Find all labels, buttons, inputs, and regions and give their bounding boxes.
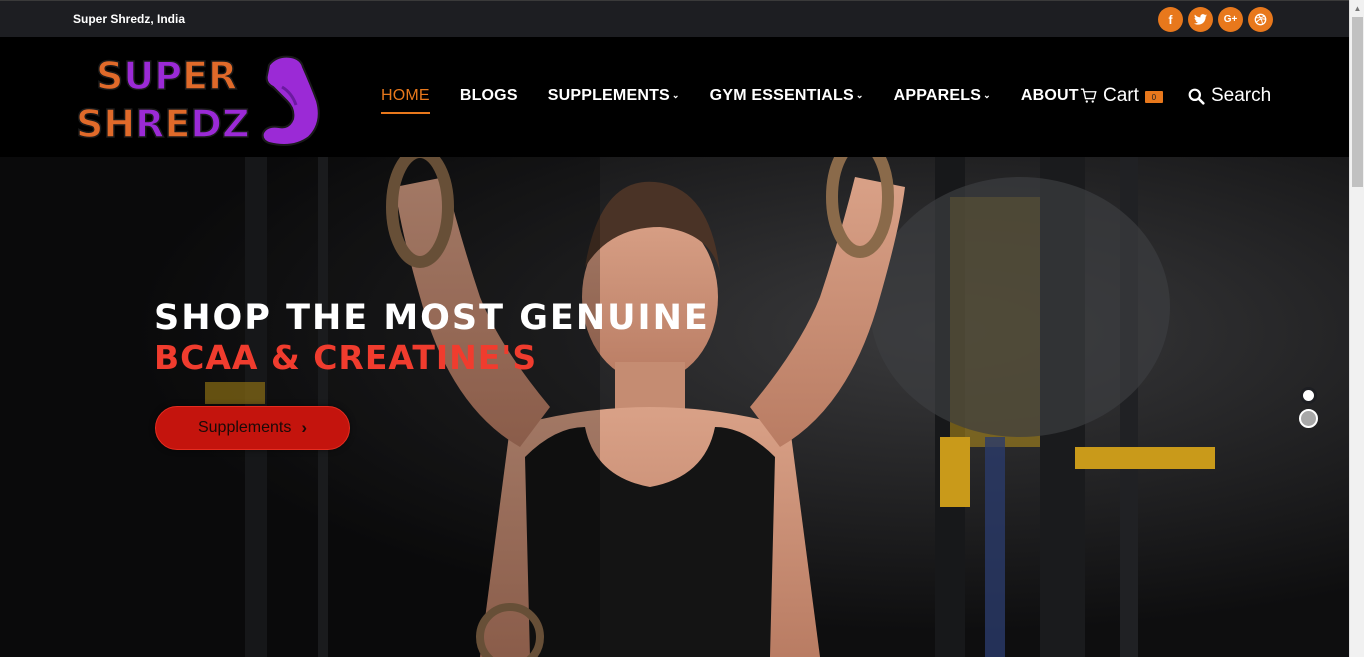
nav-supplements-label: SUPPLEMENTS [547,87,670,104]
cart-icon [1080,88,1097,103]
search-button[interactable]: Search [1188,85,1271,107]
main-header: SUPER SHREDZ HOME BLOGS SUPPLEMENTS ⌄ GYM… [0,37,1349,157]
main-navigation: HOME BLOGS SUPPLEMENTS ⌄ GYM ESSENTIALS ⌄ … [381,87,1109,114]
cart-count-badge: 0 [1144,91,1163,103]
cart-button[interactable]: Cart 0 [1080,85,1163,107]
dribbble-icon[interactable] [1248,7,1273,32]
hero-headline: SHOP THE MOST GENUINE [154,298,710,338]
logo-word-super: SUPER [96,54,237,98]
chevron-right-icon: › [301,418,308,437]
dribbble-ball-glyph [1254,13,1267,26]
cta-label: Supplements [197,419,292,436]
nav-home[interactable]: HOME [381,87,430,114]
twitter-bird-glyph [1194,14,1207,25]
top-bar: Super Shredz, India f G+ [0,0,1349,37]
hero-subheadline: BCAA & CREATINE'S [154,338,538,377]
nav-about[interactable]: ABOUT [1021,87,1079,105]
nav-apparels-label: APPARELS [893,87,982,104]
nav-gym-essentials-label: GYM ESSENTIALS [709,87,854,104]
supplements-cta-button[interactable]: Supplements › [155,406,350,450]
slider-dot-2[interactable] [1299,409,1318,428]
chevron-down-icon: ⌄ [855,90,864,101]
search-icon [1188,88,1205,105]
logo-graphic: SUPER SHREDZ [75,53,320,147]
social-links: f G+ [1158,7,1273,32]
chevron-down-icon: ⌄ [671,90,680,101]
google-plus-icon[interactable]: G+ [1218,7,1243,32]
cart-label: Cart [1103,85,1139,106]
nav-blogs[interactable]: BLOGS [460,87,518,105]
nav-gym-essentials[interactable]: GYM ESSENTIALS ⌄ [710,87,864,105]
hero-slider: SHOP THE MOST GENUINE BCAA & CREATINE'S … [0,157,1349,657]
scroll-up-arrow-icon[interactable]: ▲ [1350,0,1364,17]
facebook-icon[interactable]: f [1158,7,1183,32]
search-label: Search [1211,85,1272,106]
chevron-down-icon: ⌄ [983,90,991,101]
nav-supplements[interactable]: SUPPLEMENTS ⌄ [548,87,680,105]
logo-word-shredz: SHREDZ [76,102,250,146]
super-shredz-logo[interactable]: SUPER SHREDZ [74,47,324,147]
slider-dot-1[interactable] [1300,387,1317,404]
page: Super Shredz, India f G+ SUPER SHREDZ HO… [0,0,1364,657]
twitter-icon[interactable] [1188,7,1213,32]
store-location-text: Super Shredz, India [73,12,186,26]
nav-apparels[interactable]: APPARELS ⌄ [894,87,991,105]
page-scrollbar[interactable]: ▲ [1349,0,1364,657]
scrollbar-thumb[interactable] [1352,17,1363,187]
